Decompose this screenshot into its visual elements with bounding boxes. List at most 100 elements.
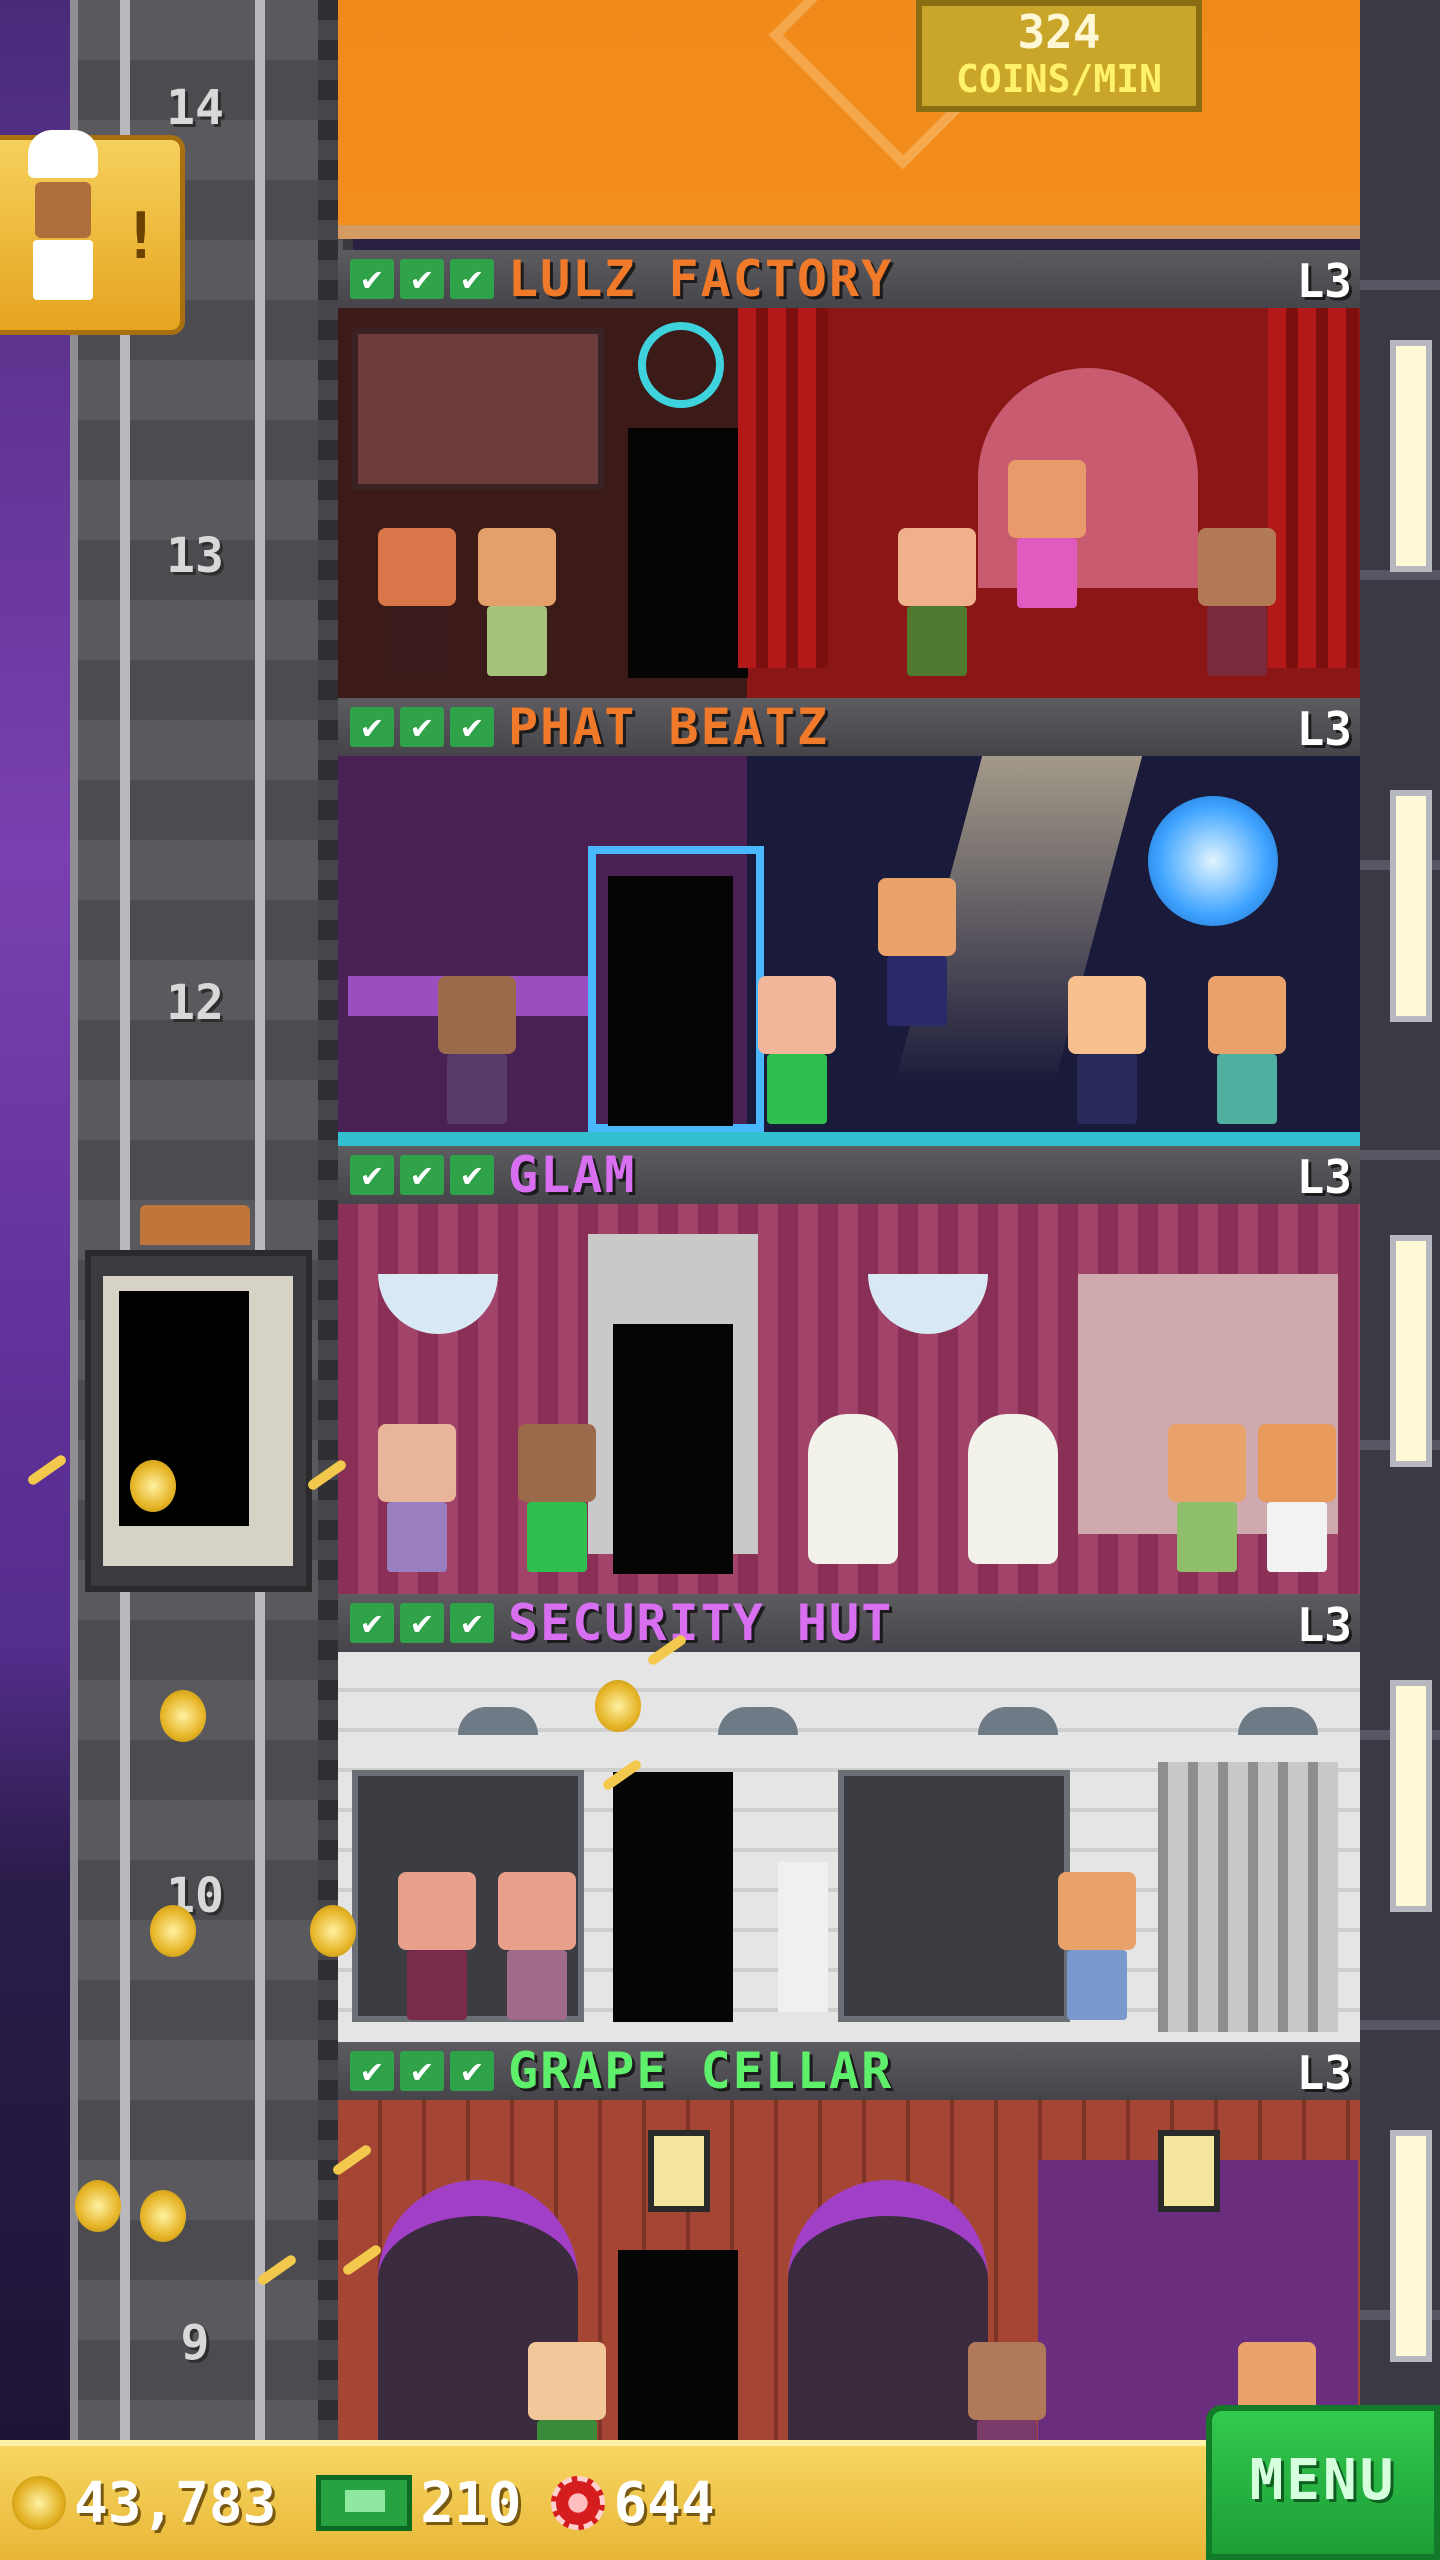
floor-stock-checks: ✔ ✔ ✔	[350, 1603, 494, 1643]
coins-per-min-value: 324	[1017, 5, 1101, 59]
tower-window	[1390, 2130, 1432, 2362]
wine-arch	[788, 2180, 988, 2440]
tower-bux-stat[interactable]: 210	[316, 2471, 521, 2536]
floor-scene	[338, 756, 1360, 1146]
chef-face	[35, 182, 91, 238]
lantern-icon	[648, 2130, 710, 2212]
bitizen[interactable]	[1258, 1424, 1336, 1572]
coin-icon[interactable]	[595, 1680, 641, 1732]
elevator-rail-right	[255, 0, 265, 2440]
coin-icon[interactable]	[75, 2180, 121, 2232]
coin-icon[interactable]	[140, 2190, 186, 2242]
menu-button[interactable]: MENU	[1206, 2405, 1440, 2560]
coin-rate-badge[interactable]: 324 COINS/MIN	[916, 0, 1202, 112]
bitizen[interactable]	[1068, 976, 1146, 1124]
bitizen[interactable]	[898, 528, 976, 676]
check-icon: ✔	[450, 1155, 494, 1195]
floor-scene	[338, 308, 1360, 698]
floor-header: ✔ ✔ ✔ LULZ FACTORY	[338, 250, 1360, 308]
floor-name: LULZ FACTORY	[508, 250, 894, 308]
floor-header: ✔ ✔ ✔ GLAM	[338, 1146, 1360, 1204]
tower-bux-icon	[316, 2475, 413, 2531]
coins-per-min-label: COINS/MIN	[956, 57, 1162, 101]
mannequin-icon	[808, 1414, 898, 1564]
bitizen[interactable]	[758, 976, 836, 1124]
floor-scene	[338, 1652, 1360, 2042]
shaft-floor-number: 14	[166, 80, 224, 136]
floor-level: L3	[1296, 702, 1352, 756]
shaft-floor-number: 12	[166, 975, 224, 1031]
bitizen[interactable]	[878, 878, 956, 1026]
alert-icon: !	[121, 200, 160, 274]
coins-value: 43,783	[74, 2470, 277, 2536]
jail-cell-bars	[1158, 1762, 1338, 2032]
check-icon: ✔	[350, 2051, 394, 2091]
floor-stock-checks: ✔ ✔ ✔	[350, 259, 494, 299]
top-floor-room[interactable]: 324 COINS/MIN	[338, 0, 1360, 239]
shaft-pillar	[318, 0, 338, 2440]
tower-window	[1390, 1235, 1432, 1467]
stage-curtain-right	[1268, 308, 1358, 668]
chips-stat[interactable]: 644	[551, 2470, 715, 2536]
bitizen[interactable]	[438, 976, 516, 1124]
bitizen[interactable]	[1008, 460, 1086, 608]
shaft-floor-number: 13	[166, 528, 224, 584]
elevator-rail-left	[120, 0, 130, 2440]
chef-icon	[28, 130, 98, 178]
floor-stock-checks: ✔ ✔ ✔	[350, 2051, 494, 2091]
floor-doorway	[608, 876, 733, 1126]
floor-stock-checks: ✔ ✔ ✔	[350, 1155, 494, 1195]
coin-icon[interactable]	[310, 1905, 356, 1957]
floor-level: L3	[1296, 1598, 1352, 1652]
floor-doorway	[613, 1324, 733, 1574]
bitizen[interactable]	[1058, 1872, 1136, 2020]
bitizen[interactable]	[498, 1872, 576, 2020]
elevator-car[interactable]	[85, 1250, 312, 1592]
floor-phat-beatz[interactable]: ✔ ✔ ✔ PHAT BEATZ L3	[338, 698, 1360, 1146]
bitizen[interactable]	[378, 528, 456, 676]
check-icon: ✔	[400, 2051, 444, 2091]
bitizen[interactable]	[518, 1424, 596, 1572]
bitizen[interactable]	[1208, 976, 1286, 1124]
floor-scene	[338, 1204, 1360, 1594]
coins-stat[interactable]: 43,783	[12, 2471, 276, 2536]
check-icon: ✔	[350, 259, 394, 299]
ceiling-lamp-icon	[718, 1707, 798, 1735]
bitizen[interactable]	[528, 2342, 606, 2440]
tower-window	[1390, 790, 1432, 1022]
floor-name: PHAT BEATZ	[508, 698, 830, 756]
bitizen[interactable]	[968, 2342, 1046, 2440]
tower-window	[1390, 1680, 1432, 1912]
check-icon: ✔	[450, 1603, 494, 1643]
bitizen[interactable]	[378, 1424, 456, 1572]
floor-glam[interactable]: ✔ ✔ ✔ GLAM L3	[338, 1146, 1360, 1594]
bitizen-notification[interactable]: !	[0, 130, 185, 335]
tower-bux-value: 210	[420, 2470, 522, 2536]
floor-grape-cellar[interactable]: ✔ ✔ ✔ GRAPE CELLAR L3	[338, 2042, 1360, 2440]
floor-header: ✔ ✔ ✔ SECURITY HUT	[338, 1594, 1360, 1652]
floor-security-hut[interactable]: ✔ ✔ ✔ SECURITY HUT L3	[338, 1594, 1360, 2042]
bitizen[interactable]	[478, 528, 556, 676]
bitizen[interactable]	[1198, 528, 1276, 676]
ceiling-lamp-icon	[978, 1707, 1058, 1735]
water-cooler-icon	[778, 1862, 828, 2012]
coin-icon	[12, 2476, 66, 2530]
bitizen[interactable]	[1168, 1424, 1246, 1572]
security-monitor-console	[838, 1770, 1070, 2022]
ceiling-lamp-icon	[1238, 1707, 1318, 1735]
elevator-light	[140, 1205, 250, 1245]
coin-icon[interactable]	[160, 1690, 206, 1742]
check-icon: ✔	[350, 1603, 394, 1643]
chef-uniform	[33, 240, 93, 300]
bitizen[interactable]	[398, 1872, 476, 2020]
floor-stock-checks: ✔ ✔ ✔	[350, 707, 494, 747]
floor-header: ✔ ✔ ✔ PHAT BEATZ	[338, 698, 1360, 756]
tower-window	[1390, 340, 1432, 572]
coin-icon[interactable]	[130, 1460, 176, 1512]
check-icon: ✔	[450, 707, 494, 747]
floor-level: L3	[1296, 1150, 1352, 1204]
coin-icon[interactable]	[150, 1905, 196, 1957]
floor-doorway	[618, 2250, 738, 2440]
chips-value: 644	[613, 2470, 715, 2536]
floor-lulz-factory[interactable]: ✔ ✔ ✔ LULZ FACTORY L3	[338, 250, 1360, 698]
